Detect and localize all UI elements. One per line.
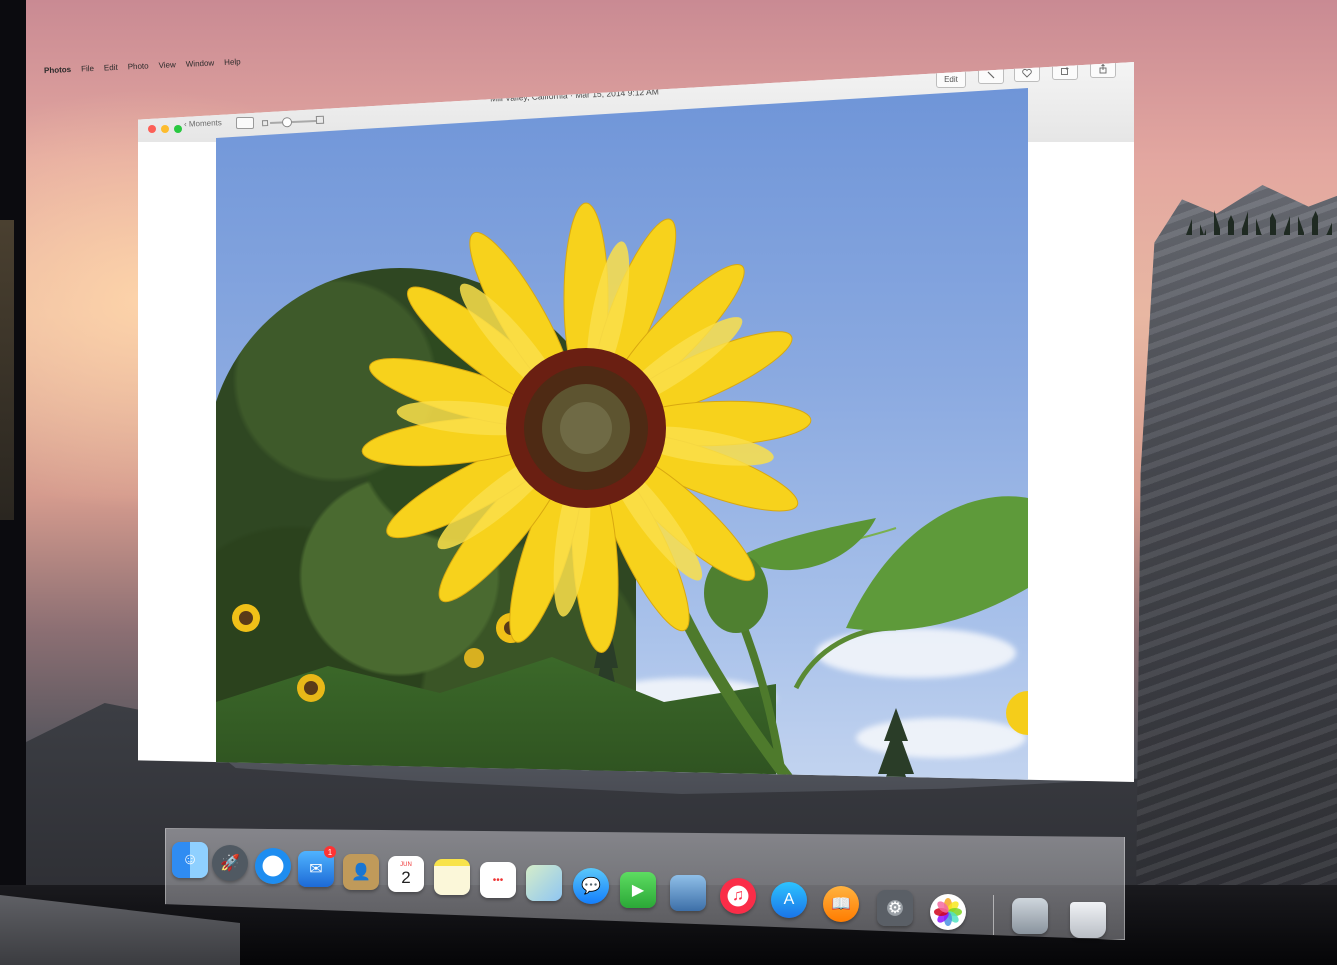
- zoom-knob[interactable]: [281, 117, 293, 128]
- granite-cliff: [1136, 185, 1337, 900]
- magic-wand-icon: [987, 71, 995, 79]
- window-controls: [148, 125, 182, 133]
- trash-icon[interactable]: [1070, 902, 1106, 938]
- mail-badge: 1: [324, 846, 336, 858]
- minimize-button[interactable]: [161, 125, 169, 133]
- preview-icon[interactable]: [1012, 898, 1048, 934]
- small-sunflower: [464, 648, 484, 668]
- notes-icon[interactable]: [434, 859, 470, 895]
- back-button-label: Moments: [188, 118, 222, 129]
- stem: [732, 606, 790, 782]
- maximize-button[interactable]: [174, 125, 182, 133]
- zoom-track: [270, 120, 317, 124]
- back-to-moments-button[interactable]: ‹ Moments: [184, 118, 222, 129]
- share-icon: [1099, 64, 1107, 74]
- reminders-icon[interactable]: •••: [480, 862, 516, 898]
- menu-edit[interactable]: Edit: [104, 62, 118, 72]
- facetime-icon[interactable]: ▶: [620, 872, 656, 908]
- app-store-icon[interactable]: A: [771, 882, 807, 918]
- menu-window[interactable]: Window: [186, 58, 215, 68]
- contacts-icon[interactable]: 👤: [343, 854, 379, 890]
- heart-icon: [1022, 68, 1032, 78]
- system-preferences-icon[interactable]: ⚙: [877, 890, 913, 926]
- zoom-out-icon: [261, 120, 269, 127]
- ibooks-icon[interactable]: 📖: [823, 886, 859, 922]
- messages-icon[interactable]: 💬: [573, 868, 609, 904]
- chevron-left-icon: ‹: [183, 119, 187, 129]
- launchpad-icon[interactable]: 🚀: [212, 845, 248, 881]
- iphoto-icon[interactable]: [670, 875, 706, 911]
- leaf: [846, 496, 1028, 631]
- menu-view[interactable]: View: [158, 60, 176, 70]
- add-to-icon: [1061, 67, 1069, 75]
- leaf-stem: [793, 625, 897, 690]
- leaf: [736, 518, 876, 571]
- sidebar-toggle-button[interactable]: [236, 117, 254, 129]
- close-button[interactable]: [148, 125, 156, 133]
- finder-icon[interactable]: ☺: [172, 842, 208, 878]
- photos-flower-icon: [934, 898, 962, 926]
- zoom-in-icon: [315, 115, 325, 125]
- menu-file[interactable]: File: [81, 63, 94, 73]
- photos-window: ‹ Moments Mill Valley, California · Mar …: [138, 62, 1134, 782]
- calendar-day: 2: [401, 867, 411, 887]
- menu-help[interactable]: Help: [224, 57, 241, 67]
- menu-photo[interactable]: Photo: [127, 61, 148, 71]
- itunes-icon[interactable]: ♫: [720, 878, 756, 914]
- sunflower-photo[interactable]: [216, 88, 1028, 782]
- adjacent-screen-edge: [0, 220, 14, 520]
- small-sunflower: [1006, 691, 1028, 735]
- dock-separator: [993, 895, 994, 935]
- sunflower-illustration: [232, 202, 1028, 782]
- photos-icon[interactable]: [930, 894, 966, 930]
- menu-photos[interactable]: Photos: [44, 64, 71, 74]
- calendar-icon[interactable]: JUN 2: [388, 856, 424, 892]
- safari-icon[interactable]: [255, 848, 291, 884]
- maps-icon[interactable]: [526, 865, 562, 901]
